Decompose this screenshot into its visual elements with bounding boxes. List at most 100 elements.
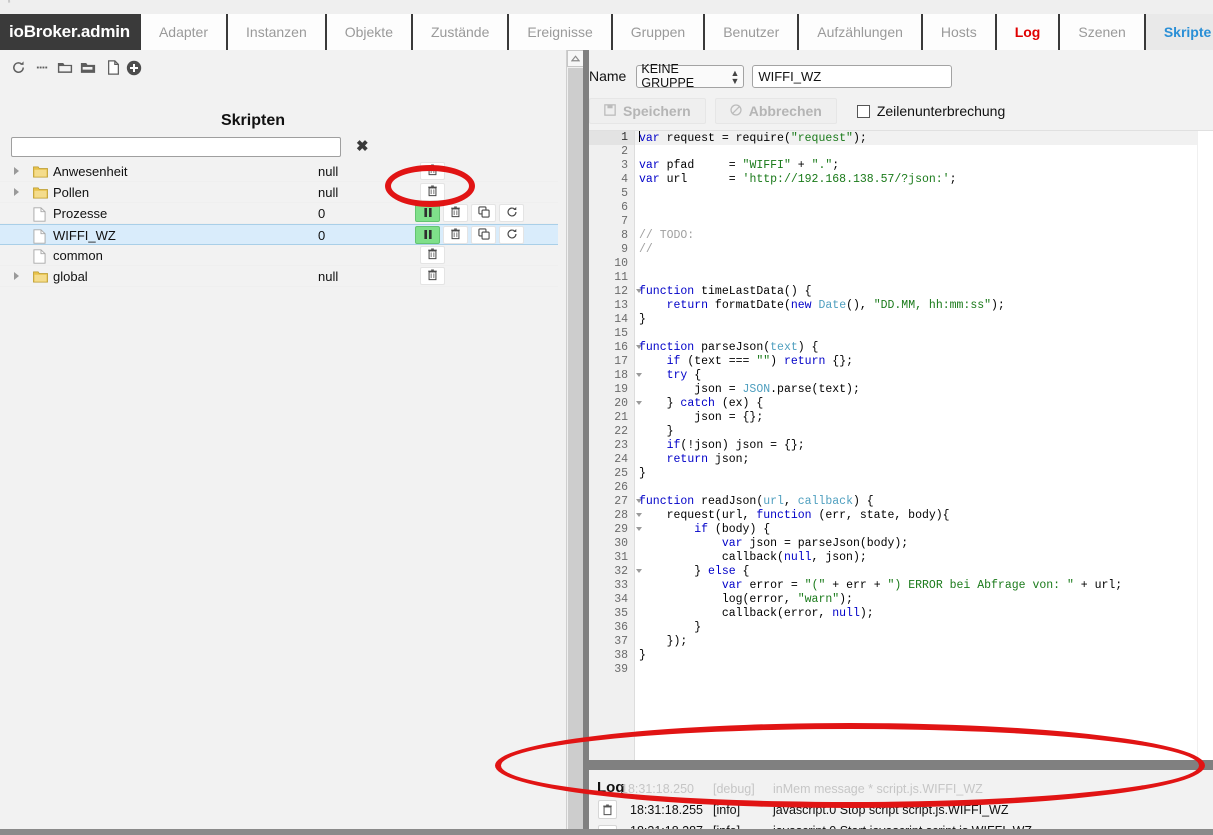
delete-button[interactable]	[420, 162, 445, 180]
table-row[interactable]: global null	[0, 266, 558, 287]
tab-adapter[interactable]: Adapter	[140, 14, 227, 50]
scripts-panel-scrollbar[interactable]	[566, 50, 584, 835]
table-row[interactable]: WIFFI_WZ 0	[0, 224, 558, 245]
search-input[interactable]	[11, 137, 341, 157]
code-token: callback(error,	[639, 607, 833, 620]
cancel-button[interactable]: Abbrechen	[714, 98, 837, 124]
code-token: Date	[818, 299, 847, 312]
wordwrap-checkbox[interactable]: Zeilenunterbrechung	[856, 103, 1006, 119]
delete-button[interactable]	[420, 246, 445, 264]
tab-log[interactable]: Log	[996, 14, 1059, 50]
folder-closed-icon[interactable]	[55, 58, 74, 77]
script-value: null	[318, 164, 339, 179]
save-button[interactable]: Speichern	[589, 98, 706, 124]
line-number: 28	[589, 509, 642, 523]
tab-instanzen[interactable]: Instanzen	[228, 14, 325, 50]
delete-icon	[427, 185, 438, 200]
copy-button[interactable]	[471, 226, 496, 244]
tab-label: Objekte	[344, 24, 393, 40]
code-token: catch	[680, 397, 715, 410]
scroll-up-icon[interactable]	[567, 50, 584, 67]
code-line: try {	[635, 369, 1213, 383]
code-token: callback(	[639, 551, 784, 564]
tab-benutzer[interactable]: Benutzer	[705, 14, 798, 50]
code-editor[interactable]: 1 2 3 4 5 6 7 8 9 10 11 12 13 14 15 16 17 18 19 20 21 22 23 24 2…	[589, 130, 1213, 760]
wordwrap-label: Zeilenunterbrechung	[876, 103, 1006, 119]
editor-scrollbar[interactable]	[1197, 131, 1213, 760]
chevron-right-icon[interactable]	[14, 272, 19, 280]
code-line: }	[635, 621, 1213, 635]
code-token: log(error,	[639, 593, 798, 606]
tab-label: Szenen	[1078, 24, 1126, 40]
log-severity: [info]	[713, 802, 741, 817]
script-value: null	[318, 185, 339, 200]
delete-button[interactable]	[420, 183, 445, 201]
log-severity: [debug]	[713, 781, 755, 796]
log-clear-trash-icon[interactable]	[598, 800, 617, 819]
restart-button[interactable]	[499, 204, 524, 222]
row-actions	[415, 226, 524, 244]
group-select[interactable]: KEINE GRUPPE ▲ ▼	[636, 62, 745, 90]
code-token: );	[991, 299, 1005, 312]
file-icon	[33, 207, 48, 222]
code-token: var	[639, 173, 660, 186]
line-number: 16	[589, 341, 642, 355]
line-number: 6	[621, 201, 628, 214]
script-value: 0	[318, 228, 326, 243]
copy-button[interactable]	[471, 204, 496, 222]
code-token: )	[770, 355, 784, 368]
tab-szenen[interactable]: Szenen	[1060, 14, 1144, 50]
horizontal-splitter[interactable]	[589, 760, 1213, 770]
list-icon[interactable]	[33, 58, 52, 77]
restart-icon	[506, 206, 518, 221]
line-number: 1	[589, 131, 634, 145]
chevron-right-icon[interactable]	[14, 188, 19, 196]
table-row[interactable]: common	[0, 245, 558, 266]
delete-button[interactable]	[420, 267, 445, 285]
tab-hosts[interactable]: Hosts	[922, 14, 995, 50]
new-file-icon[interactable]	[104, 58, 123, 77]
pause-button[interactable]	[415, 204, 440, 222]
search-clear-icon[interactable]: ✖	[356, 137, 369, 157]
delete-button[interactable]	[443, 226, 468, 244]
tab-label: Skripte	[1163, 24, 1212, 40]
tab-gruppen[interactable]: Gruppen	[612, 14, 704, 50]
add-circle-icon[interactable]	[124, 58, 143, 77]
code-token: json;	[708, 453, 750, 466]
code-line: //	[635, 243, 1213, 257]
tab-skripte[interactable]: Skripte	[1145, 14, 1213, 50]
line-number: 32	[589, 565, 642, 579]
table-row[interactable]: Pollen null	[0, 182, 558, 203]
delete-button[interactable]	[443, 204, 468, 222]
table-row[interactable]: Prozesse 0	[0, 203, 558, 224]
script-name-input[interactable]	[752, 64, 953, 88]
restart-button[interactable]	[499, 226, 524, 244]
search-row: ✖	[11, 137, 369, 157]
tab-ereignisse[interactable]: Ereignisse	[509, 14, 611, 50]
tab-label: Adapter	[158, 24, 209, 40]
chevron-right-icon[interactable]	[14, 167, 19, 175]
code-token: }	[639, 621, 702, 634]
code-line: json = {};	[635, 411, 1213, 425]
log-message: javascript.0 Stop script script.js.WIFFI…	[773, 802, 1009, 817]
refresh-icon[interactable]	[9, 58, 28, 77]
tab-zust-nde[interactable]: Zustände	[412, 14, 508, 50]
pause-button[interactable]	[415, 226, 440, 244]
code-token: //	[639, 243, 653, 256]
tab-aufz-hlungen[interactable]: Aufzählungen	[799, 14, 921, 50]
tab-objekte[interactable]: Objekte	[326, 14, 411, 50]
row-actions	[420, 246, 445, 264]
code-content[interactable]: var request = require("request"); var pf…	[635, 131, 1213, 760]
group-select-value: KEINE GRUPPE	[641, 62, 695, 90]
scrollbar-thumb[interactable]	[568, 68, 583, 835]
code-token: ") ERROR bei Abfrage von: "	[887, 579, 1074, 592]
table-row[interactable]: Anwesenheit null	[0, 161, 558, 182]
folder-open-icon[interactable]	[78, 58, 97, 77]
line-number: 34	[614, 593, 628, 606]
scripts-tree: Anwesenheit null Pollen null Prozesse 0 WIFFI_…	[0, 161, 558, 287]
code-token: (err, state, body){	[811, 509, 950, 522]
